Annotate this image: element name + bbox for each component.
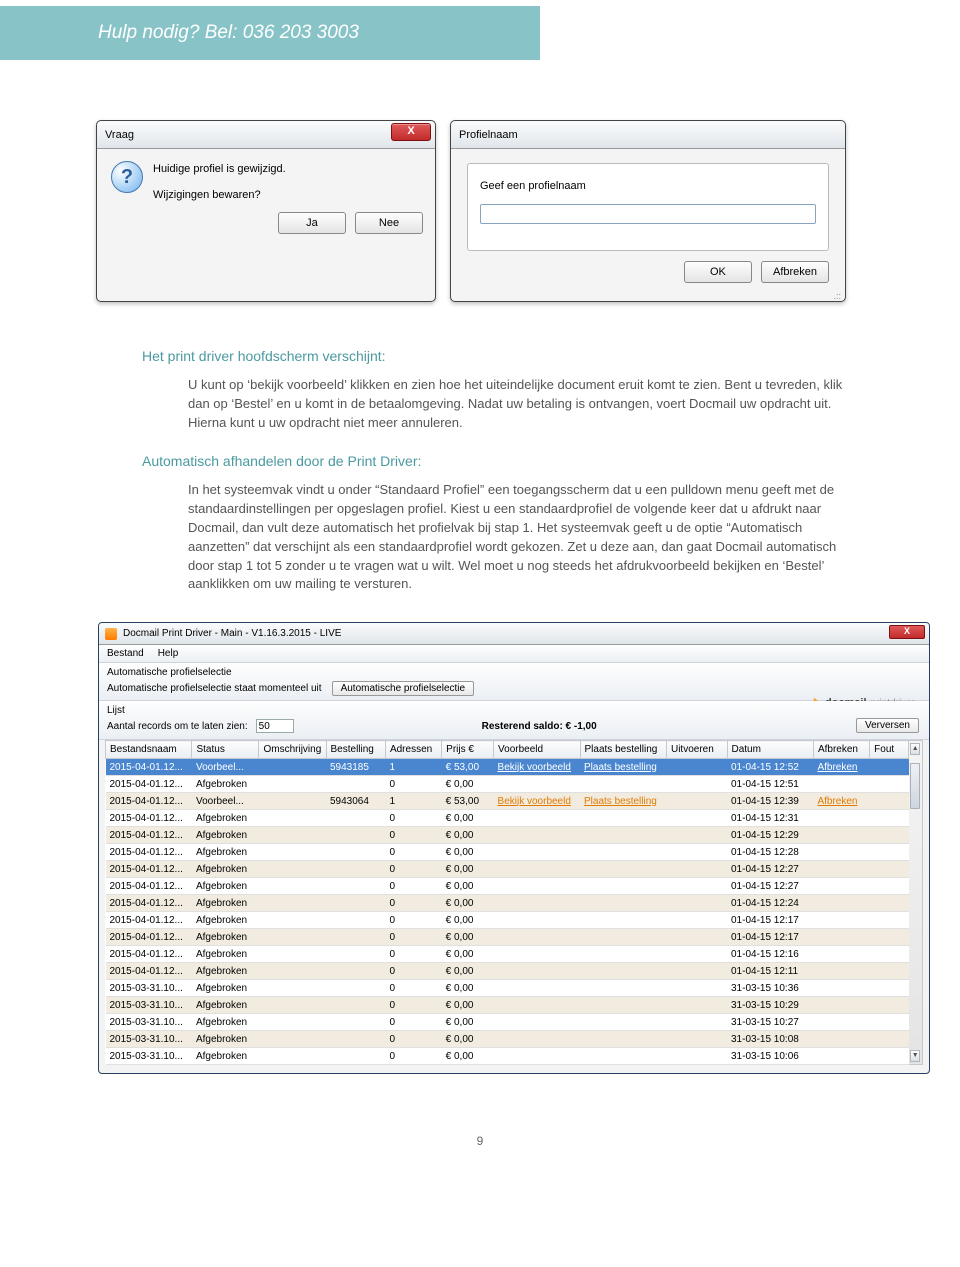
auto-profiel-title: Automatische profielselectie: [107, 667, 921, 678]
heading-automatisch: Automatisch afhandelen door de Print Dri…: [142, 451, 860, 471]
dialog-vraag-line2: Wijzigingen bewaren?: [153, 187, 286, 205]
column-header[interactable]: Bestelling: [326, 741, 385, 759]
dialog-vraag-titlebar[interactable]: Vraag X: [97, 121, 435, 149]
table-row[interactable]: 2015-04-01.12...Afgebroken0€ 0,0001-04-1…: [106, 844, 909, 861]
column-header[interactable]: Plaats bestelling: [580, 741, 666, 759]
heading-hoofdscherm: Het print driver hoofdscherm verschijnt:: [142, 346, 860, 366]
refresh-button[interactable]: Verversen: [856, 718, 919, 733]
menu-help[interactable]: Help: [158, 648, 179, 659]
profiel-prompt: Geef een profielnaam: [480, 180, 816, 192]
column-header[interactable]: Bestandsnaam: [106, 741, 192, 759]
column-header[interactable]: Fout: [870, 741, 909, 759]
section-auto-profiel: Automatische profielselectie Automatisch…: [99, 663, 929, 701]
column-header[interactable]: Voorbeeld: [494, 741, 580, 759]
table-row[interactable]: 2015-04-01.12...Afgebroken0€ 0,0001-04-1…: [106, 963, 909, 980]
table-row[interactable]: 2015-03-31.10...Afgebroken0€ 0,0031-03-1…: [106, 1031, 909, 1048]
print-driver-title: Docmail Print Driver - Main - V1.16.3.20…: [123, 628, 341, 639]
menu-bestand[interactable]: Bestand: [107, 648, 144, 659]
no-button[interactable]: Nee: [355, 212, 423, 234]
cancel-link[interactable]: Afbreken: [817, 762, 857, 773]
cancel-button[interactable]: Afbreken: [761, 261, 829, 283]
table-row[interactable]: 2015-04-01.12...Afgebroken0€ 0,0001-04-1…: [106, 895, 909, 912]
scroll-up-icon[interactable]: ▲: [910, 743, 920, 755]
help-header: Hulp nodig? Bel: 036 203 3003: [0, 6, 540, 60]
paragraph-2: In het systeemvak vindt u onder “Standaa…: [188, 481, 860, 594]
column-header[interactable]: Omschrijving: [259, 741, 326, 759]
preview-link[interactable]: Bekijk voorbeeld: [498, 762, 571, 773]
column-header[interactable]: Uitvoeren: [666, 741, 727, 759]
table-row[interactable]: 2015-04-01.12...Afgebroken0€ 0,0001-04-1…: [106, 776, 909, 793]
ok-button[interactable]: OK: [684, 261, 752, 283]
dialog-vraag-message: Huidige profiel is gewijzigd. Wijziginge…: [153, 161, 286, 204]
place-order-link[interactable]: Plaats bestelling: [584, 762, 657, 773]
dialog-profielnaam: Profielnaam Geef een profielnaam OK Afbr…: [450, 120, 846, 302]
table-row[interactable]: 2015-03-31.10...Afgebroken0€ 0,0031-03-1…: [106, 1014, 909, 1031]
app-icon: [105, 628, 117, 640]
yes-button[interactable]: Ja: [278, 212, 346, 234]
saldo-label: Resterend saldo: € -1,00: [482, 721, 597, 732]
auto-profiel-button[interactable]: Automatische profielselectie: [332, 681, 475, 696]
column-header[interactable]: Prijs €: [442, 741, 494, 759]
lijst-title: Lijst: [107, 705, 921, 716]
column-header[interactable]: Adressen: [385, 741, 441, 759]
close-icon[interactable]: X: [391, 123, 431, 141]
question-icon: ?: [111, 161, 143, 193]
section-lijst: Lijst Aantal records om te laten zien: R…: [99, 701, 929, 740]
cancel-link[interactable]: Afbreken: [817, 796, 857, 807]
print-driver-titlebar[interactable]: Docmail Print Driver - Main - V1.16.3.20…: [99, 623, 929, 645]
column-header[interactable]: Datum: [727, 741, 813, 759]
dialog-vraag-title: Vraag: [105, 129, 134, 141]
dialog-profiel-titlebar[interactable]: Profielnaam: [451, 121, 845, 149]
menu-bar: Bestand Help: [99, 645, 929, 663]
table-row[interactable]: 2015-04-01.12...Afgebroken0€ 0,0001-04-1…: [106, 929, 909, 946]
close-icon[interactable]: X: [889, 625, 925, 639]
document-body: Het print driver hoofdscherm verschijnt:…: [142, 346, 860, 594]
column-header[interactable]: Status: [192, 741, 259, 759]
table-row[interactable]: 2015-03-31.10...Afgebroken0€ 0,0031-03-1…: [106, 997, 909, 1014]
print-driver-window: Docmail Print Driver - Main - V1.16.3.20…: [98, 622, 930, 1074]
table-row[interactable]: 2015-04-01.12...Voorbeel...59430641€ 53,…: [106, 793, 909, 810]
preview-link[interactable]: Bekijk voorbeeld: [498, 796, 571, 807]
table-row[interactable]: 2015-03-31.10...Afgebroken0€ 0,0031-03-1…: [106, 980, 909, 997]
dialog-profiel-title: Profielnaam: [459, 129, 518, 141]
records-label: Aantal records om te laten zien:: [107, 721, 248, 732]
table-row[interactable]: 2015-04-01.12...Afgebroken0€ 0,0001-04-1…: [106, 810, 909, 827]
page-number: 9: [0, 1134, 960, 1168]
table-row[interactable]: 2015-04-01.12...Afgebroken0€ 0,0001-04-1…: [106, 946, 909, 963]
vertical-scrollbar[interactable]: ▲ ▼: [909, 740, 923, 1065]
table-row[interactable]: 2015-04-01.12...Voorbeel...59431851€ 53,…: [106, 759, 909, 776]
orders-table: BestandsnaamStatusOmschrijvingBestelling…: [105, 740, 909, 1065]
profiel-name-input[interactable]: [480, 204, 816, 224]
table-row[interactable]: 2015-04-01.12...Afgebroken0€ 0,0001-04-1…: [106, 827, 909, 844]
scroll-down-icon[interactable]: ▼: [910, 1050, 920, 1062]
column-header[interactable]: Afbreken: [813, 741, 869, 759]
records-count-input[interactable]: [256, 719, 294, 733]
table-row[interactable]: 2015-04-01.12...Afgebroken0€ 0,0001-04-1…: [106, 861, 909, 878]
table-row[interactable]: 2015-03-31.10...Afgebroken0€ 0,0031-03-1…: [106, 1048, 909, 1065]
place-order-link[interactable]: Plaats bestelling: [584, 796, 657, 807]
table-row[interactable]: 2015-04-01.12...Afgebroken0€ 0,0001-04-1…: [106, 878, 909, 895]
auto-profiel-status: Automatische profielselectie staat momen…: [107, 683, 322, 694]
paragraph-1: U kunt op ‘bekijk voorbeeld’ klikken en …: [188, 376, 860, 433]
resize-grip-icon[interactable]: .::: [451, 293, 845, 301]
help-text: Hulp nodig? Bel: 036 203 3003: [98, 22, 359, 44]
scroll-thumb[interactable]: [910, 763, 920, 809]
dialog-vraag-line1: Huidige profiel is gewijzigd.: [153, 161, 286, 179]
table-row[interactable]: 2015-04-01.12...Afgebroken0€ 0,0001-04-1…: [106, 912, 909, 929]
dialog-vraag: Vraag X ? Huidige profiel is gewijzigd. …: [96, 120, 436, 302]
